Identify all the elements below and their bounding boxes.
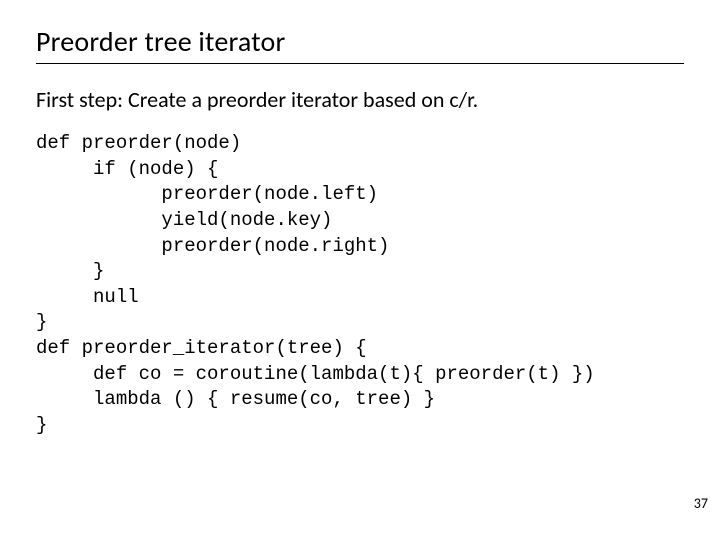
- slide-title: Preorder tree iterator: [36, 24, 684, 64]
- page-number: 37: [694, 495, 708, 512]
- slide: Preorder tree iterator First step: Creat…: [0, 0, 720, 540]
- slide-subtitle: First step: Create a preorder iterator b…: [36, 86, 684, 113]
- code-block: def preorder(node) if (node) { preorder(…: [36, 131, 684, 439]
